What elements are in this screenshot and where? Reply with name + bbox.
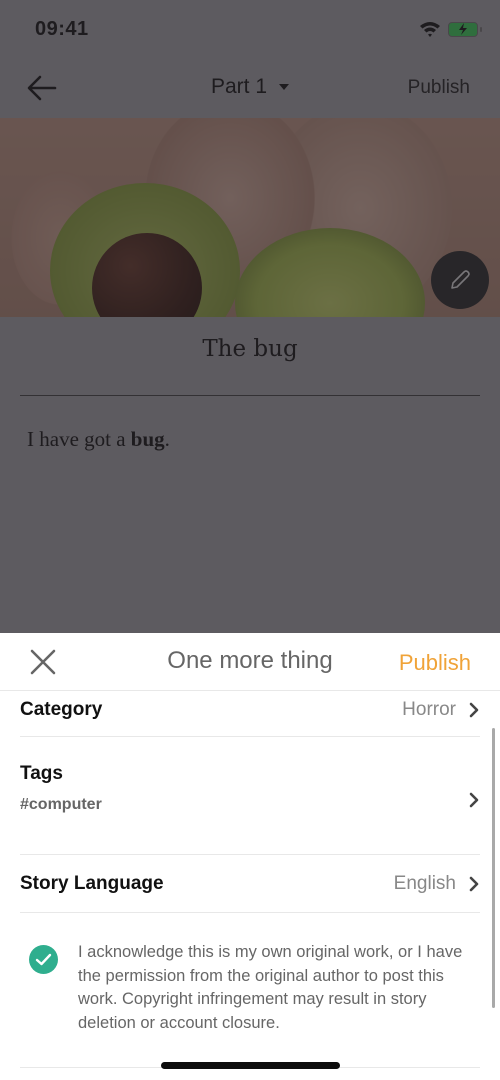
sheet-publish-button[interactable]: Publish (399, 650, 471, 676)
publish-sheet: One more thing Publish Category Horror T… (0, 633, 500, 1080)
story-language-label: Story Language (20, 873, 164, 894)
chevron-right-icon (469, 876, 479, 892)
chevron-right-icon (469, 702, 479, 718)
tags-value: #computer (20, 796, 102, 813)
home-indicator[interactable] (161, 1062, 340, 1069)
category-row[interactable]: Category Horror (20, 692, 480, 737)
checkmark-icon (35, 953, 52, 966)
story-language-value: English (393, 873, 456, 894)
story-language-row[interactable]: Story Language English (20, 855, 480, 913)
chevron-right-icon (469, 792, 479, 808)
screen: 09:41 Part 1 Publish (0, 0, 500, 1080)
acknowledgement-row: I acknowledge this is my own original wo… (20, 913, 480, 1068)
category-label: Category (20, 699, 103, 720)
tags-row[interactable]: Tags #computer (20, 737, 480, 855)
dim-overlay[interactable] (0, 0, 500, 633)
acknowledgement-text: I acknowledge this is my own original wo… (78, 943, 463, 1032)
category-value: Horror (402, 699, 456, 720)
tags-label: Tags (20, 763, 63, 784)
sheet-scrollbar[interactable] (492, 728, 495, 1008)
acknowledgement-checkbox[interactable] (29, 945, 58, 974)
sheet-header: One more thing Publish (0, 633, 500, 691)
